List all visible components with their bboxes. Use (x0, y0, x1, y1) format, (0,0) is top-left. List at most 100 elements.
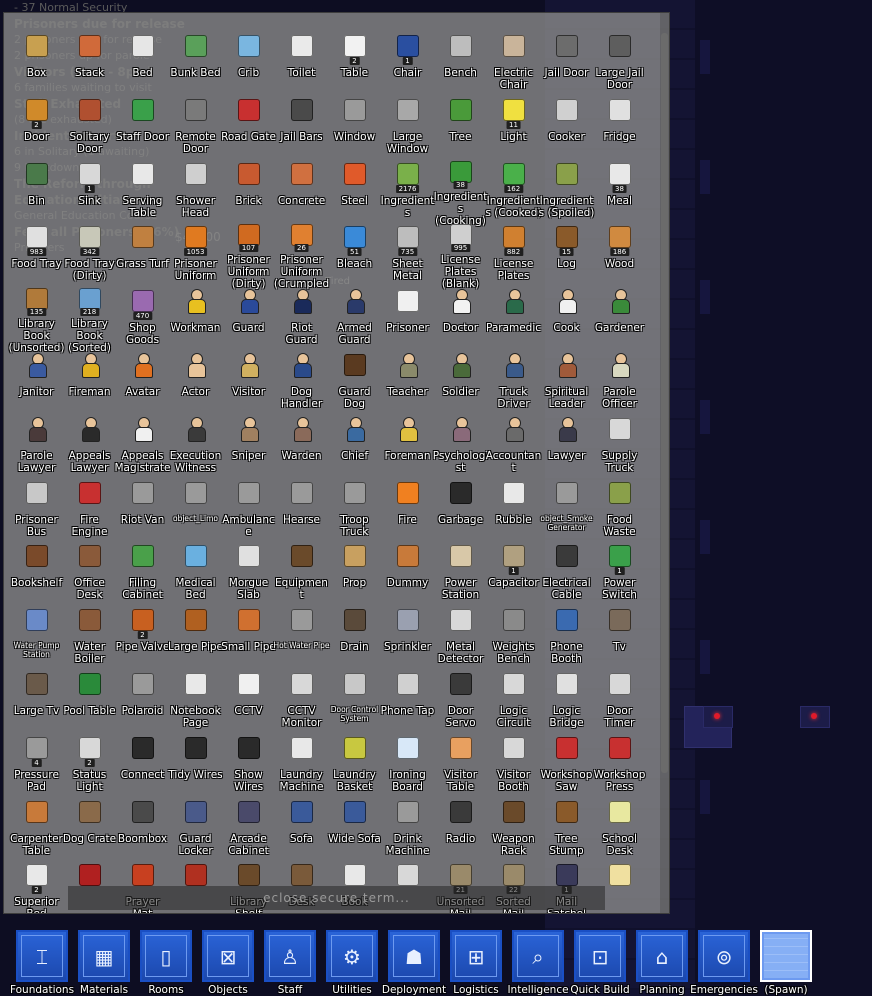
object-item[interactable]: Doctor (434, 286, 487, 350)
object-item[interactable]: 4 Pressure Pad (10, 733, 63, 797)
object-item[interactable]: 1 Capacitor (487, 541, 540, 605)
object-item[interactable]: Shower Head (169, 159, 222, 223)
object-item[interactable]: Teacher (381, 350, 434, 414)
object-item[interactable]: Visitor Booth (487, 733, 540, 797)
object-item[interactable]: Rubble (487, 478, 540, 542)
object-item[interactable]: Troop Truck (328, 478, 381, 542)
object-item[interactable]: Grass Turf (116, 222, 169, 286)
object-item[interactable]: Crib (222, 31, 275, 95)
object-item[interactable]: Cooker (540, 95, 593, 159)
object-item[interactable]: 11 Light (487, 95, 540, 159)
object-item[interactable]: Gardener (593, 286, 646, 350)
object-item[interactable]: 882 License Plates (487, 222, 540, 286)
object-item[interactable]: Power Station (434, 541, 487, 605)
toolbar-button-rooms[interactable]: ▯ Rooms (137, 930, 195, 996)
object-item[interactable]: Large Pipe (168, 605, 223, 669)
object-item[interactable]: Equipment (275, 541, 328, 605)
object-item[interactable]: Remote Door (169, 95, 222, 159)
object-item[interactable]: Bunk Bed (169, 31, 222, 95)
object-item[interactable]: Bed (116, 31, 169, 95)
object-item[interactable]: Jail Bars (275, 95, 328, 159)
object-item[interactable]: Pool Table (63, 669, 116, 733)
object-item[interactable]: Door Timer (593, 669, 646, 733)
object-item[interactable]: Logic Circuit (487, 669, 540, 733)
object-item[interactable]: Appeals Magistrate (115, 414, 171, 478)
object-item[interactable]: Workshop Saw (540, 733, 593, 797)
object-item[interactable]: object_SmokeGenerator (540, 478, 593, 542)
object-item[interactable]: 1 Sink (63, 159, 116, 223)
object-item[interactable]: Prisoner Bus (10, 478, 63, 542)
object-item[interactable]: 2 Pipe Valve (116, 605, 169, 669)
object-item[interactable]: Fridge (593, 95, 646, 159)
object-item[interactable]: 218 Library Book (Sorted) (63, 286, 116, 354)
object-item[interactable]: CCTV Monitor (275, 669, 328, 733)
toolbar-button-objects[interactable]: ⊠ Objects (199, 930, 257, 996)
door-servo-object[interactable] (703, 706, 733, 728)
object-item[interactable]: Staff Door (116, 95, 169, 159)
toolbar-button-spawn[interactable]: (Spawn) (757, 930, 815, 996)
object-item[interactable]: Office Desk (63, 541, 116, 605)
object-item[interactable]: Door Control System (328, 669, 381, 733)
object-item[interactable]: Parole Officer (593, 350, 646, 414)
toolbar-button-utilities[interactable]: ⚙ Utilities (323, 930, 381, 996)
object-item[interactable]: Large Window (381, 95, 434, 159)
object-item[interactable]: 38 Ingredients (Cooking) (434, 159, 487, 227)
object-item[interactable]: Bin (10, 159, 63, 223)
object-item[interactable]: Visitor (222, 350, 275, 414)
object-item[interactable]: Hot Water Pipe (274, 605, 329, 669)
object-item[interactable]: 470 Shop Goods (116, 286, 169, 350)
object-item[interactable]: Boombox (116, 797, 169, 861)
object-item[interactable]: Toilet (275, 31, 328, 95)
object-item[interactable]: Small Pipe (221, 605, 276, 669)
object-item[interactable]: Medical Bed (169, 541, 222, 605)
object-item[interactable]: Spiritual Leader (540, 350, 593, 414)
toolbar-button-planning[interactable]: ⌂ Planning (633, 930, 691, 996)
object-item[interactable]: 107 Prisoner Uniform (Dirty) (222, 222, 275, 290)
object-item[interactable]: Sprinkler (381, 605, 434, 669)
object-item[interactable]: Stack (63, 31, 116, 95)
object-item[interactable]: Ingredients (Spoiled) (539, 159, 594, 223)
object-item[interactable]: School Desk (593, 797, 646, 861)
object-item[interactable]: Guard (222, 286, 275, 350)
object-item[interactable]: Weights Bench (487, 605, 540, 669)
object-item[interactable]: 2 Table (328, 31, 381, 95)
object-item[interactable]: Lawyer (540, 414, 593, 478)
object-item[interactable]: 38 Meal (593, 159, 646, 223)
object-item[interactable]: Notebook Page (169, 669, 222, 733)
object-item[interactable]: Door Servo (434, 669, 487, 733)
object-item[interactable]: Solitary Door (63, 95, 116, 159)
object-item[interactable]: Metal Detector (434, 605, 487, 669)
object-item[interactable]: Janitor (10, 350, 63, 414)
object-item[interactable]: Parole Lawyer (10, 414, 63, 478)
object-item[interactable]: Bookshelf (10, 541, 63, 605)
object-item[interactable]: Guard Locker (169, 797, 222, 861)
object-item[interactable]: Dog Crate (63, 797, 116, 861)
object-item[interactable]: Hearse (275, 478, 328, 542)
object-item[interactable]: Truck Driver (487, 350, 540, 414)
object-item[interactable]: Carpenter Table (10, 797, 63, 861)
object-item[interactable]: Avatar (116, 350, 169, 414)
toolbar-button-staff[interactable]: ♙ Staff (261, 930, 319, 996)
object-item[interactable]: Serving Table (116, 159, 169, 223)
object-item[interactable]: 342 Food Tray (Dirty) (63, 222, 116, 286)
toolbar-button-deployment[interactable]: ☗ Deployment (382, 930, 446, 996)
object-item[interactable]: Armed Guard (328, 286, 381, 350)
object-item[interactable]: Jail Door (540, 31, 593, 95)
panel-scrollbar-thumb[interactable] (661, 33, 668, 773)
object-item[interactable]: Logic Bridge (540, 669, 593, 733)
panel-scrollbar[interactable] (660, 13, 669, 913)
object-item[interactable]: 983 Food Tray (10, 222, 63, 286)
object-item[interactable]: Ironing Board (381, 733, 434, 797)
object-item[interactable]: Visitor Table (434, 733, 487, 797)
object-item[interactable]: CCTV (222, 669, 275, 733)
object-item[interactable]: Ambulance (222, 478, 275, 542)
object-item[interactable]: 2176 Ingredients (381, 159, 434, 223)
object-item[interactable]: Tidy Wires (168, 733, 223, 797)
toolbar-button-quick-build[interactable]: ⊡ Quick Build (570, 930, 630, 996)
object-item[interactable]: Steel (328, 159, 381, 223)
object-item[interactable]: 995 License Plates (Blank) (434, 222, 487, 290)
object-item[interactable]: Water Pump Station (10, 605, 63, 669)
object-item[interactable]: Accountant (486, 414, 541, 478)
object-item[interactable]: Warden (275, 414, 328, 478)
object-item[interactable]: Chief (328, 414, 381, 478)
